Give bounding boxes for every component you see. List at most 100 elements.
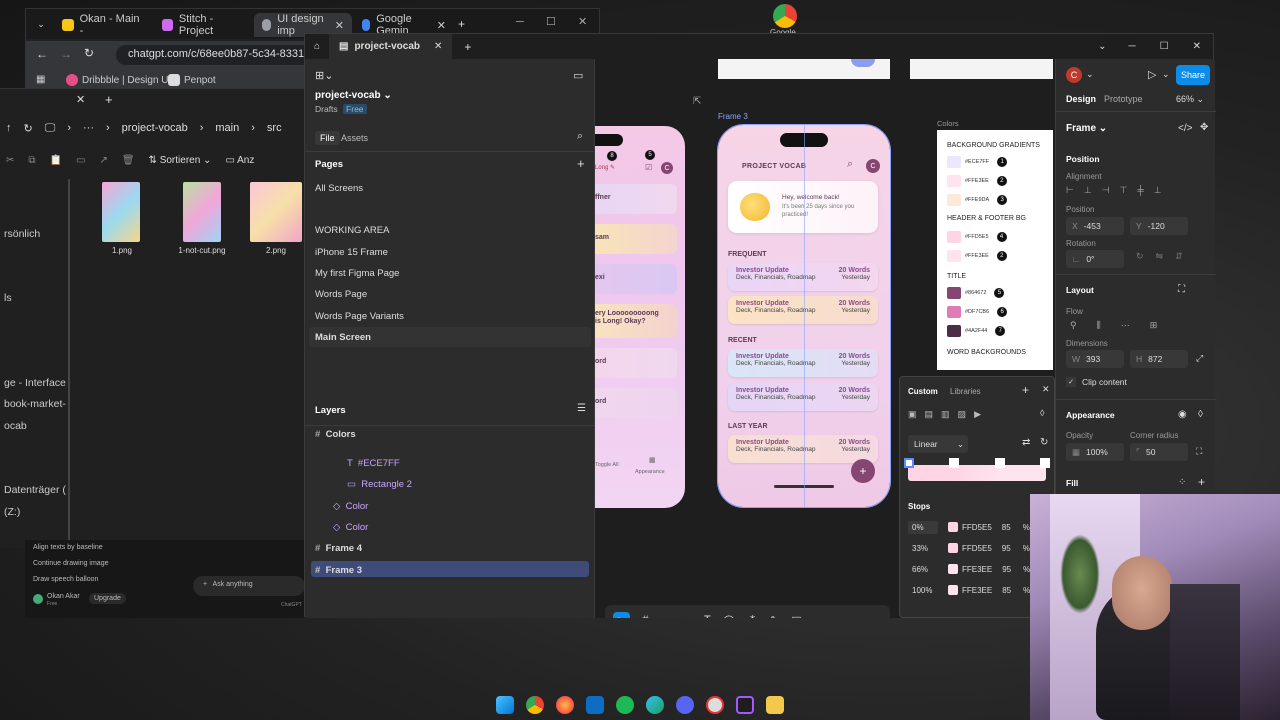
more-icon[interactable]: ··· xyxy=(83,122,94,134)
gradient-stop-handle[interactable] xyxy=(995,458,1005,468)
appearance-label[interactable]: Appearance xyxy=(635,469,665,475)
layers-options-icon[interactable]: ☰ xyxy=(577,403,586,414)
align-right-icon[interactable]: ⊣ xyxy=(1102,185,1110,196)
selection-type[interactable]: Frame ⌄ xyxy=(1066,123,1107,134)
tab-assets[interactable]: Assets xyxy=(341,133,368,143)
resize-icon[interactable]: ⤢ xyxy=(1196,353,1203,364)
flip-vertical-icon[interactable]: ⇵ xyxy=(1175,251,1183,262)
x-field[interactable]: X -453 xyxy=(1066,217,1124,235)
reload-icon[interactable]: ↻ xyxy=(84,46,94,60)
gradient-stop-row[interactable]: 33% FFD5E5 95% xyxy=(908,540,1033,556)
dev-mode-icon[interactable]: ▤ xyxy=(791,614,801,619)
gradient-stop-handle[interactable] xyxy=(1040,458,1050,468)
frame-label[interactable]: Frame 3 xyxy=(718,112,748,121)
scrollbar[interactable] xyxy=(68,179,70,549)
close-icon[interactable]: ✕ xyxy=(335,19,344,32)
word-list-card[interactable]: Investor Update Deck, Financials, Roadmap… xyxy=(728,383,878,411)
plus-icon[interactable]: + xyxy=(203,581,207,588)
chevron-down-icon[interactable]: ⌄ xyxy=(1086,69,1094,80)
share-icon[interactable]: ↗ xyxy=(99,155,107,166)
chat-item[interactable]: Continue drawing image xyxy=(33,560,109,567)
flip-horizontal-icon[interactable]: ⇋ xyxy=(1156,251,1164,262)
new-tab-icon[interactable]: + xyxy=(464,40,471,54)
actions-tool-icon[interactable]: ⁂ xyxy=(747,614,758,619)
page-item[interactable]: iPhone 15 Frame xyxy=(315,247,388,258)
avatar[interactable]: C xyxy=(1066,67,1082,83)
page-item-main-screen[interactable]: Main Screen xyxy=(315,332,371,343)
word-list-card[interactable]: Investor Update Deck, Financials, Roadmap… xyxy=(728,349,878,377)
stop-swatch[interactable] xyxy=(948,543,958,553)
solid-fill-icon[interactable]: ▣ xyxy=(908,409,917,420)
code-icon[interactable]: </> xyxy=(1178,123,1192,134)
tab-search-icon[interactable]: ⌄ xyxy=(34,17,48,31)
eye-icon[interactable]: ◉ xyxy=(1178,409,1187,420)
chrome-icon[interactable] xyxy=(526,696,544,714)
add-icon[interactable]: + xyxy=(1022,383,1029,397)
search-icon[interactable]: ⌕ xyxy=(847,158,853,171)
new-tab-icon[interactable]: + xyxy=(105,92,113,107)
figma-menu-icon[interactable]: ⊞⌄ xyxy=(315,69,333,82)
eyedropper-icon[interactable]: ◊ xyxy=(1040,408,1044,418)
comment-tool-icon[interactable]: ◯ xyxy=(723,614,735,619)
word-card[interactable]: ffner xyxy=(595,184,677,214)
layer-row[interactable]: # Frame 4 xyxy=(315,543,362,554)
colors-frame[interactable]: BACKGROUND GRADIENTS #ECE7FF 1 #FFE3EE 2 #… xyxy=(937,130,1053,370)
cut-icon[interactable]: ✂ xyxy=(6,155,14,166)
firefox-icon[interactable] xyxy=(556,696,574,714)
new-tab-icon[interactable]: + xyxy=(458,17,465,31)
tab-custom[interactable]: Custom xyxy=(908,387,938,396)
close-window-icon[interactable]: ✕ xyxy=(1193,41,1201,52)
edge-icon[interactable] xyxy=(646,696,664,714)
layer-row[interactable]: T #ECE7FF xyxy=(347,458,400,469)
opacity-field[interactable]: ▦ 100% xyxy=(1066,443,1124,461)
close-tab-icon[interactable]: ✕ xyxy=(76,93,85,106)
word-card[interactable]: ord xyxy=(595,388,677,418)
layer-row-selected[interactable]: # Frame 3 xyxy=(315,565,362,576)
stop-swatch[interactable] xyxy=(948,522,958,532)
avatar[interactable]: C xyxy=(866,159,880,173)
video-fill-icon[interactable]: ▶ xyxy=(974,409,981,420)
paste-icon[interactable]: 📋 xyxy=(50,155,62,166)
word-list-card[interactable]: Investor Update Deck, Financials, Roadmap… xyxy=(728,435,878,463)
app-icon[interactable] xyxy=(706,696,724,714)
auto-layout-icon[interactable]: ⛶ xyxy=(1178,284,1185,295)
present-icon[interactable]: ▷ xyxy=(1148,68,1156,81)
toggle-sidebar-icon[interactable]: ▭ xyxy=(573,69,583,82)
search-icon[interactable]: ⌕ xyxy=(577,130,583,143)
align-left-icon[interactable]: ⊢ xyxy=(1066,185,1074,196)
chrome-tab-2[interactable]: Stitch - Project xyxy=(154,13,252,37)
drop-icon[interactable]: ◊ xyxy=(1198,409,1203,420)
zoom-level[interactable]: 66% ⌄ xyxy=(1176,94,1204,105)
file-item[interactable]: 2.png xyxy=(250,182,302,255)
rotate-icon[interactable]: ↻ xyxy=(1136,251,1144,262)
maximize-icon[interactable]: ☐ xyxy=(1160,41,1169,52)
gradient-bar[interactable] xyxy=(908,465,1046,481)
windows-start-icon[interactable] xyxy=(496,696,514,714)
align-bottom-icon[interactable]: ⊥ xyxy=(1154,185,1162,196)
word-list-card[interactable]: Investor Update Deck, Financials, Roadmap… xyxy=(728,263,878,291)
tab-design[interactable]: Design xyxy=(1066,94,1096,104)
tab-libraries[interactable]: Libraries xyxy=(950,387,981,396)
rotate-icon[interactable]: ↻ xyxy=(1040,437,1048,448)
gradient-stop-handle[interactable] xyxy=(904,458,914,468)
height-field[interactable]: H 872 xyxy=(1130,350,1188,368)
chat-item[interactable]: Align texts by baseline xyxy=(33,544,103,551)
avatar[interactable]: C xyxy=(661,162,673,174)
file-item[interactable]: 1-not-cut.png xyxy=(172,182,232,255)
gradient-stop-row[interactable]: 66% FFE3EE 95% xyxy=(908,561,1033,577)
freeform-icon[interactable]: ⚲ xyxy=(1070,320,1077,331)
page-item[interactable]: Words Page xyxy=(315,289,367,300)
close-icon[interactable]: ✕ xyxy=(1042,384,1050,395)
horizontal-flow-icon[interactable]: ⋯ xyxy=(1121,320,1130,331)
layer-row[interactable]: ◇ Color xyxy=(333,501,368,512)
chevron-down-icon[interactable]: ⌄ xyxy=(1098,41,1106,52)
pen-tool-icon[interactable]: ✒ xyxy=(683,614,692,619)
figma-icon[interactable] xyxy=(736,696,754,714)
phone-frame-4[interactable]: 8 5 Long ✎ ☑ C ffner sam exi ery Loooooo… xyxy=(595,126,685,508)
rectangle-tool-icon[interactable]: ▭ xyxy=(660,614,670,619)
grid-flow-icon[interactable]: ⊞ xyxy=(1150,320,1158,331)
maximize-icon[interactable]: ☐ xyxy=(546,15,556,28)
independent-corners-icon[interactable]: ⛶ xyxy=(1196,446,1202,457)
checkbox-icon[interactable]: ☑ xyxy=(645,163,652,172)
vscode-icon[interactable] xyxy=(586,696,604,714)
